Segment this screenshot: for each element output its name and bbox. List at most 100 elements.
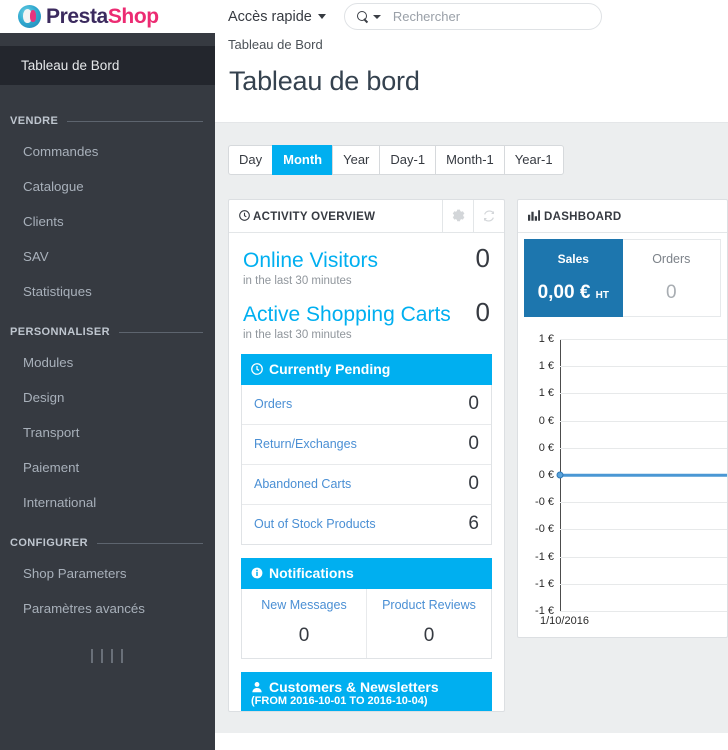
sidebar-section-title: VENDRE <box>10 115 58 127</box>
date-range-toolbar: Day Month Year Day-1 Month-1 Year-1 <box>215 123 728 175</box>
sidebar-item-commandes[interactable]: Commandes <box>0 134 215 169</box>
dashboard-tile-sales-value: 0,00 € HT <box>538 282 609 304</box>
activity-overview-title-text: ACTIVITY OVERVIEW <box>253 211 375 223</box>
chart-series-line-sales <box>560 474 727 477</box>
customers-newsletters-header: Customers & Newsletters (FROM 2016-10-01… <box>241 672 492 711</box>
kpi-active-carts-value: 0 <box>476 297 490 328</box>
sidebar-item-catalogue[interactable]: Catalogue <box>0 169 215 204</box>
chart-y-tick-label: 0 € <box>539 442 554 454</box>
pending-orders-label[interactable]: Orders <box>254 397 468 411</box>
chart-gridline <box>560 339 727 340</box>
sidebar-item-modules[interactable]: Modules <box>0 345 215 380</box>
sidebar-item-paiement[interactable]: Paiement <box>0 450 215 485</box>
customers-newsletters-subtitle: (FROM 2016-10-01 TO 2016-10-04) <box>251 695 482 707</box>
chart-y-tick-label: -0 € <box>535 523 554 535</box>
product-reviews-value: 0 <box>367 625 491 647</box>
date-range-day-1[interactable]: Day-1 <box>379 145 435 175</box>
pending-out-of-stock-label[interactable]: Out of Stock Products <box>254 517 468 531</box>
search-bar[interactable]: Rechercher <box>344 3 602 30</box>
date-range-year[interactable]: Year <box>332 145 379 175</box>
customers-newsletters-section: Customers & Newsletters (FROM 2016-10-01… <box>241 672 492 711</box>
chart-data-point[interactable] <box>557 472 564 479</box>
kpi-active-carts-label[interactable]: Active Shopping Carts <box>243 303 476 327</box>
date-range-button-group: Day Month Year Day-1 Month-1 Year-1 <box>228 145 564 175</box>
kpi-active-carts-sub: in the last 30 minutes <box>229 328 504 341</box>
activity-refresh-button[interactable] <box>473 200 504 232</box>
pending-abandoned-carts-label[interactable]: Abandoned Carts <box>254 477 468 491</box>
chart-gridline <box>560 584 727 585</box>
search-scope-chevron-down-icon[interactable] <box>373 15 381 19</box>
quick-access-label: Accès rapide <box>228 9 312 25</box>
pending-row-orders[interactable]: Orders 0 <box>242 385 491 425</box>
dashboard-panel: DASHBOARD Sales 0,00 € HT Orders 0 <box>517 199 728 638</box>
brand-name: PrestaShop <box>46 5 159 29</box>
sidebar-top-spacer <box>0 33 215 46</box>
kpi-online-visitors-sub: in the last 30 minutes <box>229 274 504 287</box>
main-area: Accès rapide Rechercher Tableau de Bord … <box>215 0 728 750</box>
sidebar-item-design[interactable]: Design <box>0 380 215 415</box>
sidebar-item-transport[interactable]: Transport <box>0 415 215 450</box>
panels-row: ACTIVITY OVERVIEW Online Visitors 0 i <box>215 175 728 712</box>
sales-tax-suffix: HT <box>596 290 609 301</box>
pending-row-abandoned-carts[interactable]: Abandoned Carts 0 <box>242 465 491 505</box>
chart-gridline <box>560 393 727 394</box>
chart-gridline <box>560 502 727 503</box>
chevron-down-icon <box>318 14 326 19</box>
chart-gridline <box>560 421 727 422</box>
bar-chart-icon <box>528 210 540 221</box>
kpi-online-visitors-label[interactable]: Online Visitors <box>243 249 476 273</box>
clock-icon <box>251 363 263 375</box>
notifications-columns: New Messages 0 Product Reviews 0 <box>242 589 491 658</box>
user-icon <box>251 681 263 693</box>
chart-y-tick-label: -1 € <box>535 578 554 590</box>
sidebar-section-personnaliser: PERSONNALISER <box>0 323 215 341</box>
activity-overview-header: ACTIVITY OVERVIEW <box>229 200 504 233</box>
pending-orders-value: 0 <box>468 393 479 415</box>
dashboard-title-text: DASHBOARD <box>544 211 621 223</box>
sidebar-section-vendre: VENDRE <box>0 112 215 130</box>
sidebar-collapse-handle[interactable]: |||| <box>0 648 215 665</box>
sidebar-item-sav[interactable]: SAV <box>0 239 215 274</box>
customers-newsletters-title: Customers & Newsletters <box>269 679 439 695</box>
dashboard-kpi-tiles: Sales 0,00 € HT Orders 0 <box>518 233 727 317</box>
sidebar-item-parametres-avances[interactable]: Paramètres avancés <box>0 591 215 626</box>
brand-logo[interactable]: PrestaShop <box>0 0 215 33</box>
refresh-icon <box>482 209 496 223</box>
chart-y-tick-label: -1 € <box>535 551 554 563</box>
sidebar-item-tableau-de-bord[interactable]: Tableau de Bord <box>0 46 215 85</box>
notification-product-reviews[interactable]: Product Reviews 0 <box>366 589 491 658</box>
content-area: Day Month Year Day-1 Month-1 Year-1 ACTI… <box>215 123 728 733</box>
dashboard-tile-sales[interactable]: Sales 0,00 € HT <box>524 239 623 317</box>
gear-icon <box>451 209 465 223</box>
pending-returns-value: 0 <box>468 433 479 455</box>
sidebar-item-statistiques[interactable]: Statistiques <box>0 274 215 309</box>
activity-settings-button[interactable] <box>442 200 473 232</box>
chart-plot-area: 1 €1 €1 €0 €0 €0 €-0 €-0 €-1 €-1 €-1 €1/… <box>560 339 727 611</box>
date-range-month[interactable]: Month <box>272 145 332 175</box>
dashboard-tile-orders-value: 0 <box>666 282 677 304</box>
quick-access-menu[interactable]: Accès rapide <box>228 9 326 25</box>
pending-returns-label[interactable]: Return/Exchanges <box>254 437 468 451</box>
currently-pending-title: Currently Pending <box>269 361 390 377</box>
activity-overview-panel: ACTIVITY OVERVIEW Online Visitors 0 i <box>228 199 505 712</box>
date-range-day[interactable]: Day <box>228 145 272 175</box>
sales-amount: 0,00 € <box>538 282 591 303</box>
date-range-year-1[interactable]: Year-1 <box>504 145 564 175</box>
search-input[interactable]: Rechercher <box>393 9 460 24</box>
kpi-online-visitors-value: 0 <box>476 243 490 274</box>
dashboard-tile-orders[interactable]: Orders 0 <box>623 239 721 317</box>
dashboard-tile-orders-label: Orders <box>652 252 690 266</box>
pending-row-out-of-stock[interactable]: Out of Stock Products 6 <box>242 505 491 544</box>
date-range-month-1[interactable]: Month-1 <box>435 145 504 175</box>
sidebar-item-international[interactable]: International <box>0 485 215 520</box>
notification-new-messages[interactable]: New Messages 0 <box>242 589 366 658</box>
sidebar-item-shop-parameters[interactable]: Shop Parameters <box>0 556 215 591</box>
sidebar-item-clients[interactable]: Clients <box>0 204 215 239</box>
product-reviews-label[interactable]: Product Reviews <box>367 598 491 612</box>
chart-gridline <box>560 529 727 530</box>
kpi-active-carts: Active Shopping Carts 0 <box>229 287 504 328</box>
section-divider <box>97 543 203 544</box>
pending-row-returns[interactable]: Return/Exchanges 0 <box>242 425 491 465</box>
page-title: Tableau de bord <box>215 52 728 97</box>
new-messages-label[interactable]: New Messages <box>242 598 366 612</box>
